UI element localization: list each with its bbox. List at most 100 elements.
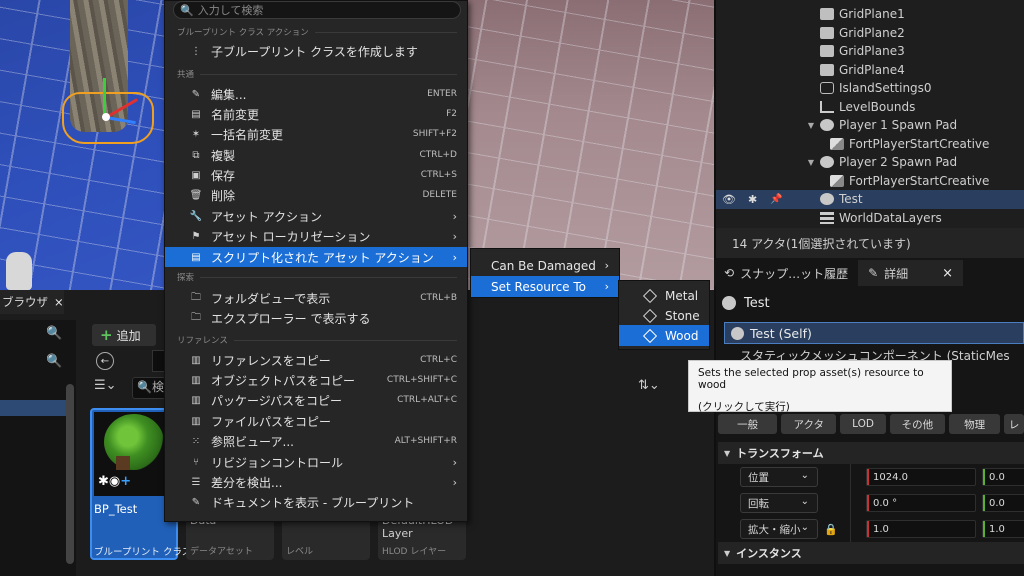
collapse-arrow-icon[interactable]: ▼ xyxy=(806,158,816,167)
island-icon xyxy=(820,82,834,95)
location-x-field[interactable]: 1024.0 xyxy=(866,468,976,486)
rename-icon: ▤ xyxy=(191,108,201,120)
bulk-rename-icon: ✶ xyxy=(191,128,201,140)
gizmo-pivot[interactable] xyxy=(102,113,110,121)
menu-item-set-resource-to[interactable]: Set Resource To › xyxy=(471,276,619,297)
category-physics-button[interactable]: 物理 xyxy=(949,414,1001,434)
statue-actor[interactable] xyxy=(6,252,32,290)
collapse-arrow-icon[interactable]: ▼ xyxy=(806,121,816,130)
outliner-row[interactable]: ▼ Player 1 Spawn Pad xyxy=(716,116,1024,135)
outliner-row-selected[interactable]: 👁 ✱ 📌 Test xyxy=(716,190,1024,209)
add-button[interactable]: + 追加 xyxy=(92,324,156,346)
rotation-dropdown[interactable]: 回転 ⌄ xyxy=(740,493,818,513)
gizmo-y-axis[interactable] xyxy=(103,78,106,116)
search-icon[interactable]: 🔍 xyxy=(46,354,62,369)
menu-item-delete[interactable]: 🗑 削除 DELETE xyxy=(165,185,467,205)
rotation-row: 回転 ⌄ 0.0 ° 0.0 xyxy=(718,490,1024,516)
close-icon[interactable]: × xyxy=(942,266,953,281)
outliner-row[interactable]: GridPlane1 xyxy=(716,5,1024,24)
menu-item-copy-package-path[interactable]: ▥ パッケージパスをコピー CTRL+ALT+C xyxy=(165,390,467,410)
category-lod-button[interactable]: LOD xyxy=(840,414,886,434)
asset-type: データアセット xyxy=(190,547,253,557)
rotation-x-field[interactable]: 0.0 ° xyxy=(866,494,976,512)
scale-y-field[interactable]: 1.0 xyxy=(982,520,1024,538)
outliner-row[interactable]: FortPlayerStartCreative xyxy=(716,172,1024,191)
scrollbar[interactable] xyxy=(66,384,74,564)
outliner-row[interactable]: WorldDataLayers xyxy=(716,209,1024,228)
menu-item-create-child-blueprint[interactable]: ⋮ 子ブループリント クラスを作成します xyxy=(165,41,467,61)
outliner-row[interactable]: GridPlane2 xyxy=(716,24,1024,43)
scale-dropdown[interactable]: 拡大・縮小 ⌄ xyxy=(740,519,818,539)
tab-content-browser[interactable]: ブラウザ × xyxy=(0,290,64,314)
section-transform[interactable]: ▼ トランスフォーム xyxy=(718,442,1024,464)
outliner-row[interactable]: ▼ Player 2 Spawn Pad xyxy=(716,153,1024,172)
diff-icon: ☰ xyxy=(191,476,201,488)
component-self-row[interactable]: Test (Self) xyxy=(724,322,1024,344)
tab-snapshot-history[interactable]: ⟲ スナップ…ット履歴 xyxy=(714,260,858,286)
outliner-row[interactable]: LevelBounds xyxy=(716,98,1024,117)
star-icon[interactable]: ✱ xyxy=(748,193,757,206)
menu-item-save[interactable]: ▣ 保存 CTRL+S xyxy=(165,165,467,185)
search-icon[interactable]: 🔍 xyxy=(46,326,62,341)
layers-icon xyxy=(820,211,834,224)
sort-icon[interactable]: ⇅⌄ xyxy=(638,378,660,393)
menu-item-show-in-explorer[interactable]: 🗀 エクスプローラー で表示する xyxy=(165,308,467,328)
menu-item-rename[interactable]: ▤ 名前変更 F2 xyxy=(165,104,467,124)
menu-item-copy-file-path[interactable]: ▥ ファイルパスをコピー xyxy=(165,411,467,431)
diamond-icon xyxy=(642,288,658,303)
menu-item-edit[interactable]: ✎ 編集... ENTER xyxy=(165,84,467,104)
menu-section-header: リファレンス xyxy=(177,334,457,346)
menu-item-reference-viewer[interactable]: ⁙ 参照ビューア... ALT+SHIFT+R xyxy=(165,431,467,451)
category-misc-button[interactable]: その他 xyxy=(889,414,945,434)
search-input[interactable]: 🔍検 xyxy=(132,377,166,399)
scale-x-field[interactable]: 1.0 xyxy=(866,520,976,538)
menu-item-scripted-asset-actions[interactable]: ▤ スクリプト化された アセット アクション › xyxy=(165,247,467,267)
tooltip: Sets the selected prop asset(s) resource… xyxy=(688,360,952,413)
menu-item-diff[interactable]: ☰ 差分を検出... › xyxy=(165,472,467,492)
menu-item-copy-object-path[interactable]: ▥ オブジェクトパスをコピー CTRL+SHIFT+C xyxy=(165,370,467,390)
rotation-y-field[interactable]: 0.0 xyxy=(982,494,1024,512)
menu-item-metal[interactable]: Metal xyxy=(619,285,709,306)
menu-item-show-documentation[interactable]: ✎ ドキュメントを表示 - ブループリント xyxy=(165,492,467,512)
category-render-button[interactable]: レ xyxy=(1004,414,1024,434)
close-icon[interactable]: × xyxy=(54,295,64,309)
menu-item-revision-control[interactable]: ⑂ リビジョンコントロール › xyxy=(165,452,467,472)
folder-tree-selected[interactable] xyxy=(0,400,66,416)
location-dropdown[interactable]: 位置 ⌄ xyxy=(740,467,818,487)
grid-icon xyxy=(820,26,834,39)
scale-row: 拡大・縮小 ⌄ 🔒 1.0 1.0 xyxy=(718,516,1024,542)
visibility-eye-icon[interactable]: 👁 xyxy=(722,193,736,206)
child-class-icon: ⋮ xyxy=(191,45,201,57)
menu-item-copy-reference[interactable]: ▥ リファレンスをコピー CTRL+C xyxy=(165,350,467,370)
category-general-button[interactable]: 一般 xyxy=(718,414,778,434)
menu-item-wood[interactable]: Wood xyxy=(619,325,709,346)
spawn-pad-icon: ◉ xyxy=(108,474,121,489)
menu-item-can-be-damaged[interactable]: Can Be Damaged › xyxy=(471,255,619,276)
collapse-arrow-icon: ▼ xyxy=(724,548,731,558)
lock-icon[interactable]: 🔒 xyxy=(824,523,838,536)
filter-icon[interactable]: ☰⌄ xyxy=(94,378,117,393)
back-icon[interactable]: ← xyxy=(96,352,114,370)
bush-stem xyxy=(116,456,130,470)
pin-icon[interactable]: 📌 xyxy=(770,194,782,205)
menu-item-bulk-rename[interactable]: ✶ 一括名前変更 SHIFT+F2 xyxy=(165,124,467,144)
section-instance[interactable]: ▼ インスタンス xyxy=(718,542,1024,564)
category-actor-button[interactable]: アクタ xyxy=(781,414,837,434)
outliner-row[interactable]: GridPlane3 xyxy=(716,42,1024,61)
tab-details[interactable]: ✎ 詳細 × xyxy=(858,260,964,286)
star-icon: ✱ xyxy=(98,474,109,489)
folder-view-icon: 🗀 xyxy=(191,291,201,303)
menu-item-asset-actions[interactable]: 🔧 アセット アクション › xyxy=(165,206,467,226)
outliner-row[interactable]: IslandSettings0 xyxy=(716,79,1024,98)
outliner-row[interactable]: FortPlayerStartCreative xyxy=(716,135,1024,154)
location-y-field[interactable]: 0.0 xyxy=(982,468,1024,486)
player-start-icon xyxy=(830,137,844,150)
outliner-row[interactable]: GridPlane4 xyxy=(716,61,1024,80)
menu-item-duplicate[interactable]: ⧉ 複製 CTRL+D xyxy=(165,145,467,165)
menu-item-show-in-folder-view[interactable]: 🗀 フォルダビューで表示 CTRL+B xyxy=(165,288,467,308)
menu-search-input[interactable]: 🔍 入力して検索 xyxy=(173,1,461,19)
chevron-down-icon: ⌄ xyxy=(800,470,809,481)
menu-item-stone[interactable]: Stone xyxy=(619,305,709,326)
menu-item-asset-localization[interactable]: ⚑ アセット ローカリゼーション › xyxy=(165,226,467,246)
chevron-right-icon: › xyxy=(452,475,457,489)
